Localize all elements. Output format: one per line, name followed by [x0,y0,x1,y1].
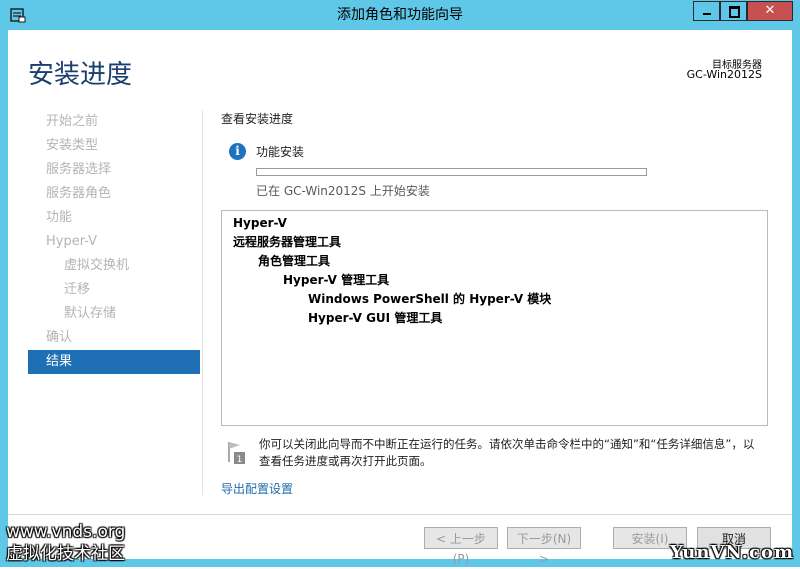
result-item: Windows PowerShell 的 Hyper-V 模块 [308,292,552,306]
watermark-left-line2: 虚拟化技术社区 [6,544,125,564]
section-label: 查看安装进度 [221,112,294,126]
export-configuration-link[interactable]: 导出配置设置 [221,480,293,497]
nav-item-virtual-switches[interactable]: 虚拟交换机 [28,254,200,278]
watermark-right: YunVN.com [669,542,794,563]
nav-item-server-selection[interactable]: 服务器选择 [28,158,200,182]
title-bar[interactable]: 添加角色和功能向导 ✕ [0,0,800,30]
installation-progress-bar [256,168,647,176]
result-item: Hyper-V 管理工具 [283,273,390,287]
nav-item-hyper-v[interactable]: Hyper-V [28,230,200,254]
info-icon: i [229,143,246,160]
close-button[interactable]: ✕ [747,1,793,21]
nav-item-default-stores[interactable]: 默认存储 [28,302,200,326]
minimize-button[interactable] [693,1,720,21]
previous-button[interactable]: < 上一步(P) [424,527,498,566]
wizard-nav: 开始之前 安装类型 服务器选择 服务器角色 功能 Hyper-V 虚拟交换机 迁… [28,110,200,374]
result-item: Hyper-V [233,216,287,230]
nav-item-features[interactable]: 功能 [28,206,200,230]
watermark-left-line1: www.vnds.org [6,522,126,542]
close-wizard-note: 你可以关闭此向导而不中断正在运行的任务。请依次单击命令栏中的“通知”和“任务详细… [259,436,774,470]
maximize-button[interactable] [720,1,747,21]
feature-installation-label: 功能安装 [256,145,305,159]
nav-item-results[interactable]: 结果 [28,350,200,374]
wizard-window: 添加角色和功能向导 ✕ 安装进度 目标服务器 GC-Win2012S 开始之前 … [0,0,800,567]
watermark-left: www.vnds.org 虚拟化技术社区 [6,521,125,565]
flag-badge: 1 [237,455,243,465]
result-item: Hyper-V GUI 管理工具 [308,311,443,325]
nav-item-migration[interactable]: 迁移 [28,278,200,302]
note-line-2: 查看任务进度或再次打开此页面。 [259,454,432,468]
result-item: 角色管理工具 [258,254,331,268]
close-icon: ✕ [764,3,776,18]
wizard-client-area: 安装进度 目标服务器 GC-Win2012S 开始之前 安装类型 服务器选择 服… [8,30,792,566]
nav-item-installation-type[interactable]: 安装类型 [28,134,200,158]
installation-status-text: 已在 GC-Win2012S 上开始安装 [256,184,430,198]
result-item: 远程服务器管理工具 [233,235,342,249]
nav-item-confirmation[interactable]: 确认 [28,326,200,350]
window-title: 添加角色和功能向导 [337,7,463,23]
nav-item-before-you-begin[interactable]: 开始之前 [28,110,200,134]
nav-divider [202,110,203,495]
notification-flag-icon: 1 [228,442,245,465]
footer-divider [8,514,792,515]
destination-server-value: GC-Win2012S [686,68,762,81]
results-list[interactable]: Hyper-V 远程服务器管理工具 角色管理工具 Hyper-V 管理工具 Wi… [221,210,768,426]
next-button[interactable]: 下一步(N) > [507,527,581,566]
nav-item-server-roles[interactable]: 服务器角色 [28,182,200,206]
page-title: 安装进度 [28,60,133,90]
note-line-1: 你可以关闭此向导而不中断正在运行的任务。请依次单击命令栏中的“通知”和“任务详细… [259,437,755,451]
